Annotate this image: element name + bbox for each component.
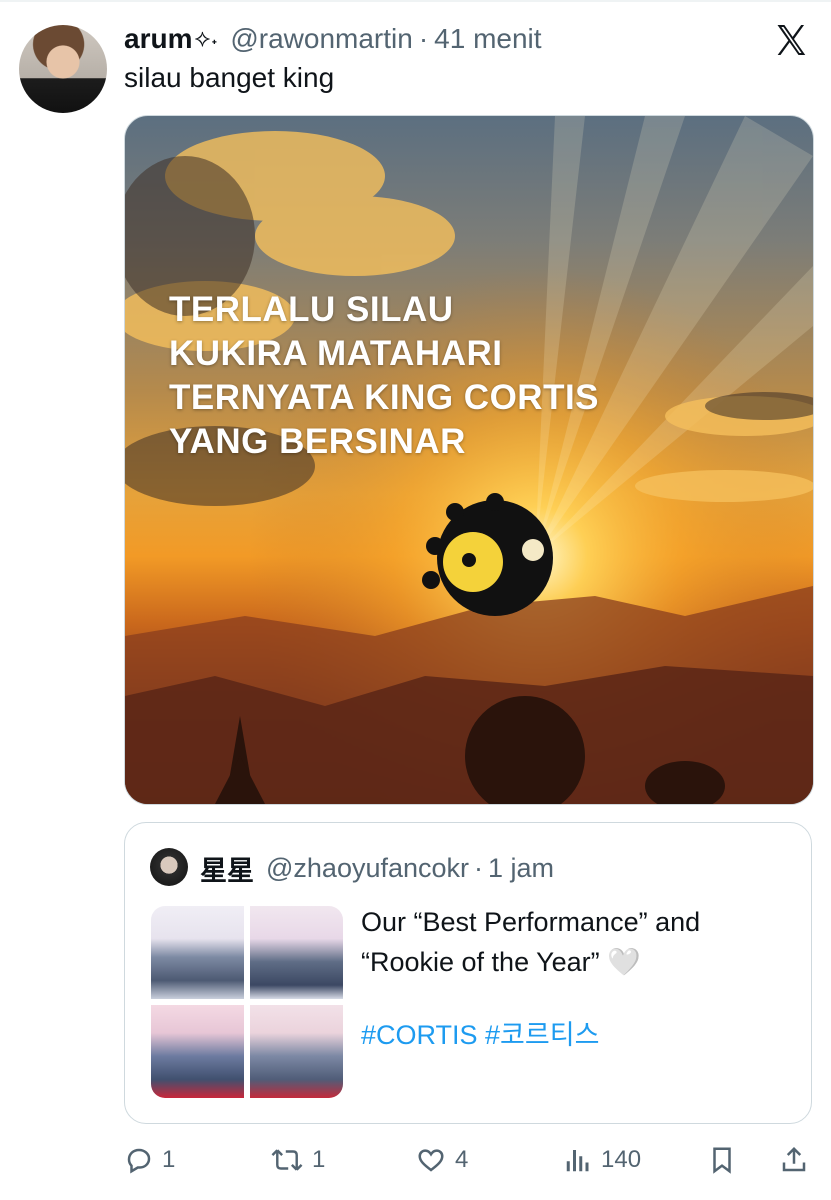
views-count: 140: [601, 1146, 642, 1173]
quoted-header: 星星 @zhaoyufancokr · 1 jam: [200, 849, 554, 888]
author-name[interactable]: arum: [124, 23, 192, 55]
tweet-image[interactable]: TERLALU SILAU KUKIRA MATAHARI TERNYATA K…: [124, 115, 814, 805]
quoted-photo[interactable]: [151, 1005, 244, 1098]
author-avatar[interactable]: [19, 25, 107, 113]
author-handle[interactable]: @rawonmartin: [230, 23, 412, 55]
x-logo-icon[interactable]: [772, 22, 810, 58]
share-icon: [782, 1146, 806, 1172]
like-count: 4: [455, 1146, 469, 1173]
quoted-photo[interactable]: [250, 906, 343, 999]
bookmark-icon: [713, 1147, 731, 1174]
quoted-text: Our “Best Performance” and “Rookie of th…: [361, 902, 700, 982]
quoted-photo[interactable]: [151, 906, 244, 999]
overlay-line: TERNYATA KING CORTIS: [169, 378, 600, 417]
reply-icon: [127, 1148, 151, 1174]
like-button[interactable]: 4: [415, 1140, 468, 1180]
like-icon: [418, 1149, 444, 1172]
overlay-line: TERLALU SILAU: [169, 290, 454, 329]
quoted-text-line: “Rookie of the Year” 🤍: [361, 947, 641, 977]
quoted-author-name[interactable]: 星星: [200, 849, 254, 888]
quoted-author-handle[interactable]: @zhaoyufancokr: [266, 853, 469, 884]
quoted-photo-grid[interactable]: [151, 906, 343, 1098]
header-separator: ·: [418, 23, 429, 54]
tweet-header: arum ⟡˖ @rawonmartin · 41 menit: [124, 22, 542, 56]
views-button[interactable]: 140: [563, 1140, 641, 1180]
quoted-separator: ·: [474, 852, 484, 883]
reply-button[interactable]: 1: [124, 1140, 175, 1180]
share-button[interactable]: [779, 1140, 809, 1180]
tweet-timestamp[interactable]: 41 menit: [434, 23, 541, 55]
top-divider: [0, 0, 831, 2]
reply-count: 1: [162, 1146, 176, 1173]
overlay-line: KUKIRA MATAHARI: [169, 334, 503, 373]
image-overlay-text: TERLALU SILAU KUKIRA MATAHARI TERNYATA K…: [169, 288, 599, 464]
quoted-photo[interactable]: [250, 1005, 343, 1098]
repost-icon: [271, 1149, 303, 1171]
overlay-line: YANG BERSINAR: [169, 422, 466, 461]
action-bar: 1 1 4 140: [0, 1140, 831, 1180]
views-icon: [566, 1150, 589, 1172]
quoted-timestamp[interactable]: 1 jam: [488, 853, 554, 884]
quoted-author-avatar[interactable]: [150, 848, 188, 886]
tweet-text: silau banget king: [124, 62, 335, 93]
quoted-text-line: Our “Best Performance” and: [361, 907, 701, 937]
bookmark-button[interactable]: [707, 1140, 737, 1180]
quoted-tweet[interactable]: 星星 @zhaoyufancokr · 1 jam Our “Best Perf…: [124, 822, 812, 1124]
repost-count: 1: [312, 1146, 326, 1173]
quoted-hashtags[interactable]: #CORTIS #코르티스: [361, 1013, 599, 1052]
repost-button[interactable]: 1: [270, 1140, 325, 1180]
author-name-emoji: ⟡˖: [194, 25, 219, 52]
